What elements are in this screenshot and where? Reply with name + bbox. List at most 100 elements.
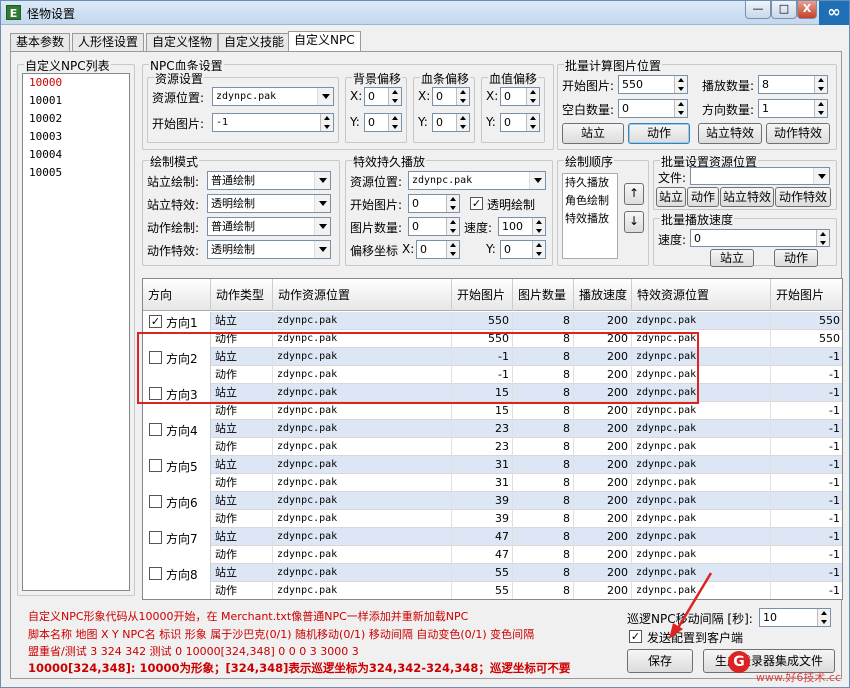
table-cell-type[interactable]: 站立 bbox=[211, 384, 273, 402]
draw-action-fx-select[interactable]: 透明绘制 bbox=[207, 240, 331, 259]
table-cell-fx-start[interactable]: -1 bbox=[771, 474, 842, 492]
spinner-icon[interactable] bbox=[526, 88, 539, 105]
list-item[interactable]: 10004 bbox=[23, 146, 129, 164]
send-config-checkbox[interactable]: ✓ bbox=[629, 630, 642, 643]
table-cell-speed[interactable]: 200 bbox=[574, 438, 632, 456]
table-cell-type[interactable]: 站立 bbox=[211, 528, 273, 546]
move-down-button[interactable]: ↓ bbox=[624, 211, 644, 233]
table-cell-start[interactable]: 550 bbox=[452, 312, 513, 330]
table-cell-res[interactable]: zdynpc.pak bbox=[273, 366, 452, 384]
table-cell-type[interactable]: 动作 bbox=[211, 438, 273, 456]
table-cell-speed[interactable]: 200 bbox=[574, 474, 632, 492]
table-cell-fx-res[interactable]: zdynpc.pak bbox=[632, 312, 771, 330]
direction-checkbox[interactable] bbox=[149, 387, 162, 400]
table-cell-res[interactable]: zdynpc.pak bbox=[273, 438, 452, 456]
col-fx-start[interactable]: 开始图片 bbox=[771, 279, 842, 311]
table-cell-speed[interactable]: 200 bbox=[574, 348, 632, 366]
speed-action-button[interactable]: 动作 bbox=[774, 249, 818, 267]
table-cell-type[interactable]: 站立 bbox=[211, 420, 273, 438]
table-cell-fx-res[interactable]: zdynpc.pak bbox=[632, 420, 771, 438]
direction-checkbox[interactable] bbox=[149, 423, 162, 436]
table-cell-count[interactable]: 8 bbox=[513, 456, 574, 474]
table-row[interactable]: 站立 zdynpc.pak 55 8 200 zdynpc.pak -1 bbox=[143, 564, 842, 582]
move-up-button[interactable]: ↑ bbox=[624, 183, 644, 205]
table-row[interactable]: 动作 zdynpc.pak 55 8 200 zdynpc.pak -1 bbox=[143, 582, 842, 599]
table-cell-start[interactable]: 550 bbox=[452, 330, 513, 348]
table-cell-type[interactable]: 站立 bbox=[211, 492, 273, 510]
table-cell-res[interactable]: zdynpc.pak bbox=[273, 492, 452, 510]
table-cell-fx-start[interactable]: -1 bbox=[771, 510, 842, 528]
tab-humanoid[interactable]: 人形怪设置 bbox=[72, 33, 145, 51]
spinner-icon[interactable] bbox=[532, 218, 545, 235]
table-cell-start[interactable]: 23 bbox=[452, 420, 513, 438]
fx-x-input[interactable]: 0 bbox=[416, 240, 460, 259]
bg-y-input[interactable]: 0 bbox=[364, 113, 402, 132]
table-cell-fx-start[interactable]: -1 bbox=[771, 528, 842, 546]
table-cell-res[interactable]: zdynpc.pak bbox=[273, 510, 452, 528]
direction-checkbox[interactable] bbox=[149, 531, 162, 544]
table-cell-count[interactable]: 8 bbox=[513, 438, 574, 456]
fx-y-input[interactable]: 0 bbox=[500, 240, 546, 259]
chevron-down-icon[interactable] bbox=[529, 172, 545, 189]
table-cell-fx-start[interactable]: -1 bbox=[771, 438, 842, 456]
table-cell-fx-res[interactable]: zdynpc.pak bbox=[632, 474, 771, 492]
spinner-icon[interactable] bbox=[320, 114, 333, 131]
table-cell-type[interactable]: 动作 bbox=[211, 402, 273, 420]
list-item[interactable]: 10003 bbox=[23, 128, 129, 146]
spinner-icon[interactable] bbox=[446, 195, 459, 212]
spinner-icon[interactable] bbox=[532, 241, 545, 258]
table-row[interactable]: 站立 zdynpc.pak 550 8 200 zdynpc.pak 550 bbox=[143, 312, 842, 330]
table-row[interactable]: 站立 zdynpc.pak 39 8 200 zdynpc.pak -1 bbox=[143, 492, 842, 510]
table-cell-res[interactable]: zdynpc.pak bbox=[273, 420, 452, 438]
table-row[interactable]: 站立 zdynpc.pak 47 8 200 zdynpc.pak -1 bbox=[143, 528, 842, 546]
table-row[interactable]: 动作 zdynpc.pak 23 8 200 zdynpc.pak -1 bbox=[143, 438, 842, 456]
table-cell-fx-start[interactable]: 550 bbox=[771, 312, 842, 330]
fx-speed-input[interactable]: 100 bbox=[498, 217, 546, 236]
table-cell-start[interactable]: 47 bbox=[452, 528, 513, 546]
npc-listbox[interactable]: 10000 10001 10002 10003 10004 10005 bbox=[22, 73, 130, 591]
table-cell-start[interactable]: 23 bbox=[452, 438, 513, 456]
table-cell-fx-res[interactable]: zdynpc.pak bbox=[632, 456, 771, 474]
spinner-icon[interactable] bbox=[674, 76, 687, 93]
list-item[interactable]: 10005 bbox=[23, 164, 129, 182]
table-cell-count[interactable]: 8 bbox=[513, 492, 574, 510]
table-cell-count[interactable]: 8 bbox=[513, 420, 574, 438]
table-cell-fx-res[interactable]: zdynpc.pak bbox=[632, 348, 771, 366]
tab-custom-monster[interactable]: 自定义怪物 bbox=[146, 33, 219, 51]
minimize-button[interactable]: — bbox=[745, 1, 771, 19]
table-cell-speed[interactable]: 200 bbox=[574, 528, 632, 546]
table-cell-start[interactable]: 31 bbox=[452, 456, 513, 474]
table-cell-start[interactable]: 31 bbox=[452, 474, 513, 492]
list-item[interactable]: 角色绘制 bbox=[563, 192, 617, 210]
calc-start-input[interactable]: 550 bbox=[618, 75, 688, 94]
table-cell-count[interactable]: 8 bbox=[513, 366, 574, 384]
table-cell-res[interactable]: zdynpc.pak bbox=[273, 474, 452, 492]
res-stand-button[interactable]: 站立 bbox=[656, 187, 686, 207]
spinner-icon[interactable] bbox=[814, 100, 827, 117]
table-row[interactable]: 站立 zdynpc.pak -1 8 200 zdynpc.pak -1 bbox=[143, 348, 842, 366]
table-row[interactable]: 动作 zdynpc.pak 550 8 200 zdynpc.pak 550 bbox=[143, 330, 842, 348]
table-cell-type[interactable]: 站立 bbox=[211, 312, 273, 330]
maximize-button[interactable]: □ bbox=[771, 1, 797, 19]
tab-custom-npc[interactable]: 自定义NPC bbox=[288, 31, 361, 52]
table-cell-type[interactable]: 动作 bbox=[211, 546, 273, 564]
table-cell-fx-res[interactable]: zdynpc.pak bbox=[632, 492, 771, 510]
table-cell-start[interactable]: -1 bbox=[452, 366, 513, 384]
table-cell-res[interactable]: zdynpc.pak bbox=[273, 528, 452, 546]
table-cell-start[interactable]: 15 bbox=[452, 384, 513, 402]
table-cell-speed[interactable]: 200 bbox=[574, 456, 632, 474]
list-item[interactable]: 特效播放 bbox=[563, 210, 617, 228]
table-cell-start[interactable]: 39 bbox=[452, 510, 513, 528]
table-cell-start[interactable]: 55 bbox=[452, 564, 513, 582]
spinner-icon[interactable] bbox=[674, 100, 687, 117]
fx-pos-select[interactable]: zdynpc.pak bbox=[408, 171, 546, 190]
table-row[interactable]: 站立 zdynpc.pak 31 8 200 zdynpc.pak -1 bbox=[143, 456, 842, 474]
table-cell-speed[interactable]: 200 bbox=[574, 384, 632, 402]
table-cell-fx-res[interactable]: zdynpc.pak bbox=[632, 402, 771, 420]
table-cell-fx-start[interactable]: 550 bbox=[771, 330, 842, 348]
batch-file-select[interactable] bbox=[690, 167, 830, 185]
table-cell-start[interactable]: 55 bbox=[452, 582, 513, 599]
val-y-input[interactable]: 0 bbox=[500, 113, 540, 132]
calc-stand-button[interactable]: 站立 bbox=[562, 123, 624, 144]
table-row[interactable]: 动作 zdynpc.pak 39 8 200 zdynpc.pak -1 bbox=[143, 510, 842, 528]
